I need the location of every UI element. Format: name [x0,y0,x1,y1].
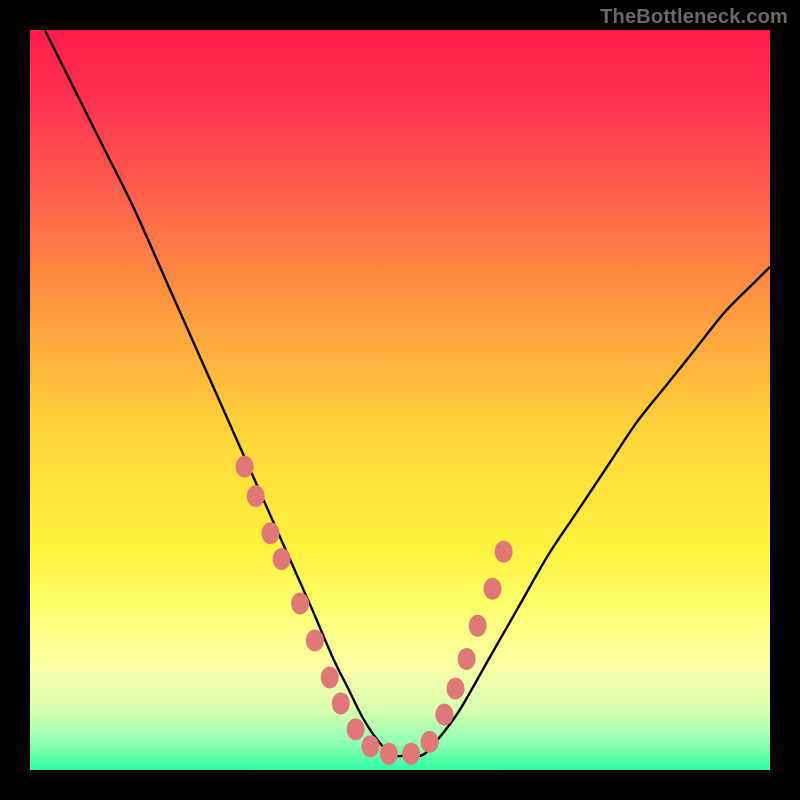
marker-point [458,648,476,670]
marker-point [247,485,265,507]
highlighted-points [236,456,513,765]
watermark-text: TheBottleneck.com [600,6,788,29]
marker-point [421,731,439,753]
chart-frame [30,30,770,770]
marker-point [484,578,502,600]
marker-point [291,593,309,615]
marker-point [236,456,254,478]
plot-area [30,30,770,770]
marker-point [435,704,453,726]
marker-point [262,522,280,544]
marker-point [447,678,465,700]
chart-svg [30,30,770,770]
marker-point [273,548,291,570]
marker-point [469,615,487,637]
marker-point [380,743,398,765]
marker-point [361,735,379,757]
marker-point [402,743,420,765]
marker-point [332,692,350,714]
marker-point [306,630,324,652]
marker-point [347,718,365,740]
marker-point [321,667,339,689]
bottleneck-curve [45,30,770,756]
marker-point [495,541,513,563]
